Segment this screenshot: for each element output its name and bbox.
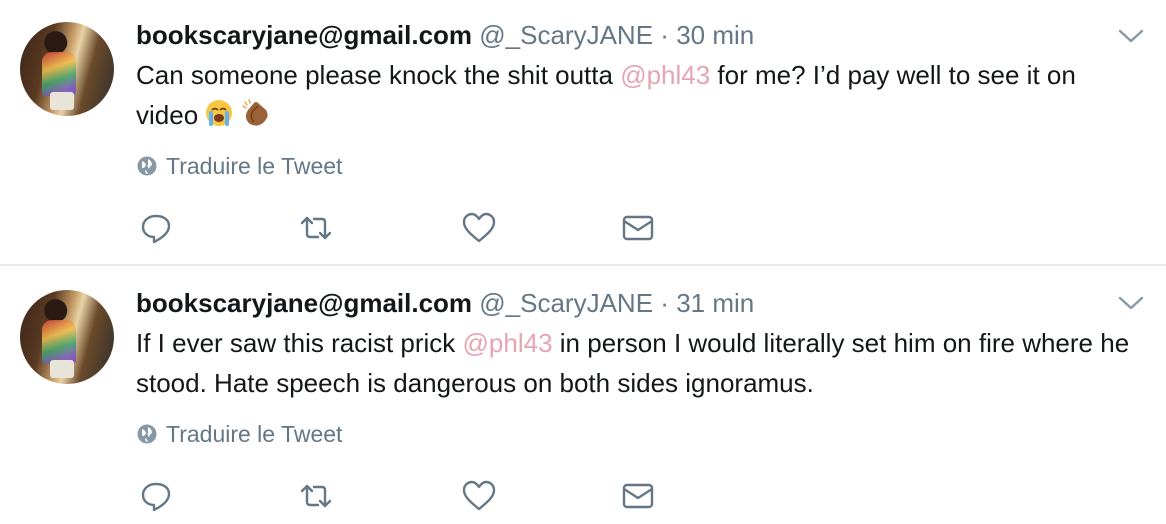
tweet-text-part: If I ever saw this racist prick [136, 328, 463, 358]
heart-icon [462, 212, 496, 243]
globe-icon [137, 424, 157, 444]
avatar[interactable] [20, 22, 114, 116]
direct-message-button[interactable] [620, 210, 656, 246]
mention-link[interactable]: @phl43 [463, 328, 553, 358]
like-button[interactable] [461, 478, 497, 514]
timestamp[interactable]: 31 min [676, 288, 754, 318]
tweet-text-part: Can someone please knock the shit outta [136, 60, 621, 90]
tweet-header: bookscaryjane@gmail.com @_ScaryJANE · 31… [136, 288, 754, 319]
envelope-icon [622, 215, 654, 241]
translate-tweet-link[interactable]: Traduire le Tweet [136, 153, 342, 180]
globe-icon [137, 156, 157, 176]
chevron-down-icon[interactable] [1118, 295, 1144, 311]
envelope-icon [622, 483, 654, 509]
translate-label: Traduire le Tweet [166, 421, 343, 447]
tweet[interactable]: bookscaryjane@gmail.com @_ScaryJANE · 30… [0, 0, 1166, 265]
timestamp[interactable]: 30 min [676, 20, 754, 50]
heart-icon [462, 480, 496, 511]
retweet-button[interactable] [298, 210, 334, 246]
clapping-hands-emoji [240, 98, 270, 128]
tweet-text: If I ever saw this racist prick @phl43 i… [136, 323, 1136, 403]
separator-dot: · [660, 288, 669, 318]
tweet-text: Can someone please knock the shit outta … [136, 55, 1136, 135]
separator-dot: · [660, 20, 669, 50]
chevron-down-icon[interactable] [1118, 28, 1144, 44]
reply-button[interactable] [138, 478, 174, 514]
translate-tweet-link[interactable]: Traduire le Tweet [136, 421, 342, 448]
display-name[interactable]: bookscaryjane@gmail.com [136, 288, 472, 318]
retweet-button[interactable] [298, 478, 334, 514]
user-handle[interactable]: @_ScaryJANE [479, 20, 653, 50]
reply-icon [141, 482, 171, 512]
user-handle[interactable]: @_ScaryJANE [479, 288, 653, 318]
loudly-crying-face-emoji [204, 98, 234, 128]
avatar[interactable] [20, 290, 114, 384]
tweet[interactable]: bookscaryjane@gmail.com @_ScaryJANE · 31… [0, 266, 1166, 524]
display-name[interactable]: bookscaryjane@gmail.com [136, 20, 472, 50]
retweet-icon [300, 484, 332, 508]
reply-icon [141, 214, 171, 244]
mention-link[interactable]: @phl43 [620, 60, 710, 90]
retweet-icon [300, 216, 332, 240]
like-button[interactable] [461, 210, 497, 246]
tweet-actions [136, 210, 696, 246]
tweet-actions [136, 478, 696, 514]
direct-message-button[interactable] [620, 478, 656, 514]
translate-label: Traduire le Tweet [166, 153, 343, 179]
reply-button[interactable] [138, 210, 174, 246]
tweet-header: bookscaryjane@gmail.com @_ScaryJANE · 30… [136, 20, 754, 51]
